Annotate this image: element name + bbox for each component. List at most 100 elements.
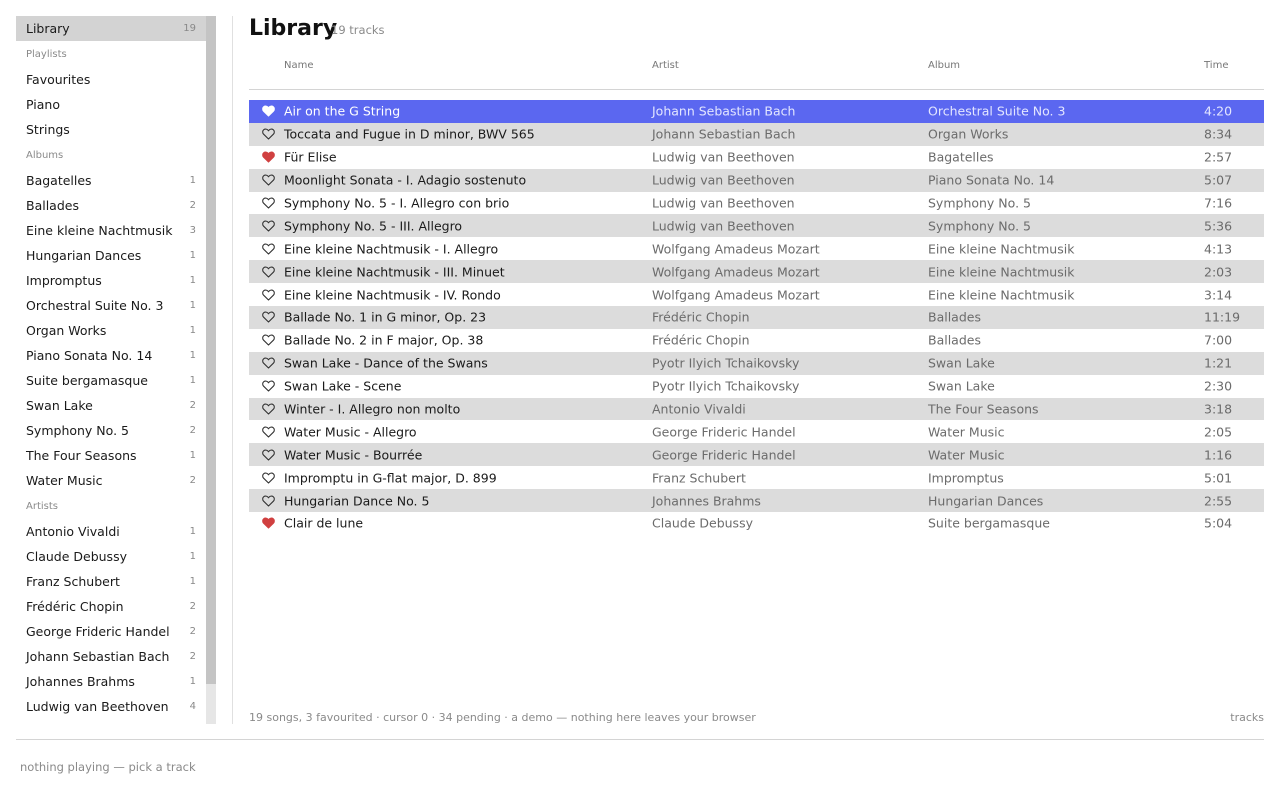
track-row[interactable]: Air on the G String Johann Sebastian Bach… [249,100,1264,123]
sidebar-item-album[interactable]: Piano Sonata No. 14 1 [16,343,206,368]
artists-heading: Artists [26,500,58,512]
sidebar-item-artist[interactable]: Franz Schubert 1 [16,569,206,594]
track-artist: Ludwig van Beethoven [652,218,795,234]
sidebar-item-library[interactable]: Library 19 [16,16,206,41]
now-playing-text: nothing playing — pick a track [20,760,196,774]
sidebar-item-playlist[interactable]: Strings [16,117,206,142]
sidebar-item-label: Impromptus [26,273,102,288]
track-duration: 5:36 [1204,218,1233,234]
sidebar-item-album[interactable]: The Four Seasons 1 [16,443,206,468]
heart-outline-icon[interactable] [262,243,275,255]
column-header-time[interactable]: Time [1204,60,1228,71]
sidebar-item-album[interactable]: Swan Lake 2 [16,393,206,418]
sidebar-item-album[interactable]: Water Music 2 [16,468,206,493]
sidebar-item-artist[interactable]: Ludwig van Beethoven 4 [16,694,206,719]
sidebar-item-artist[interactable]: Claude Debussy 1 [16,544,206,569]
track-row[interactable]: Swan Lake - Dance of the Swans Pyotr Ilyi… [249,351,1264,375]
sidebar-item-album[interactable]: Symphony No. 5 2 [16,418,206,443]
track-row[interactable]: Toccata and Fugue in D minor, BWV 565 Joh… [249,122,1264,146]
track-row[interactable]: Eine kleine Nachtmusik - III. Minuet Wolf… [249,260,1264,284]
heart-outline-icon[interactable] [262,197,275,209]
track-duration: 2:55 [1204,493,1233,509]
track-duration: 7:00 [1204,332,1233,348]
heart-outline-icon[interactable] [262,220,275,232]
track-row[interactable]: Impromptu in G-flat major, D. 899 Franz S… [249,466,1264,489]
heart-outline-icon[interactable] [262,380,275,392]
track-album: Eine kleine Nachtmusik [928,264,1075,280]
heart-outline-icon[interactable] [262,128,275,140]
heart-outline-icon[interactable] [262,266,275,278]
sidebar-item-label: Symphony No. 5 [26,423,129,438]
sidebar-item-count: 1 [189,450,196,461]
track-artist: Ludwig van Beethoven [652,195,795,211]
heart-outline-icon[interactable] [262,426,275,438]
sidebar-item-album[interactable]: Orchestral Suite No. 3 1 [16,293,206,318]
heart-outline-icon[interactable] [262,357,275,369]
track-artist: Frédéric Chopin [652,332,750,348]
sidebar-item-count: 1 [189,300,196,311]
sidebar-item-label: Hungarian Dances [26,248,142,263]
track-row[interactable]: Clair de lune Claude Debussy Suite bergama… [249,512,1264,535]
sidebar-item-artist[interactable]: Johannes Brahms 1 [16,669,206,694]
heart-outline-icon[interactable] [262,472,275,484]
column-header-artist[interactable]: Artist [652,60,679,71]
albums-list: Bagatelles 1 Ballades 2 Eine kleine Nachtmus… [16,168,206,493]
heart-outline-icon[interactable] [262,174,275,186]
sidebar-scrollbar[interactable] [206,16,216,724]
track-row[interactable]: Moonlight Sonata - I. Adagio sostenuto Lu… [249,168,1264,192]
sidebar-item-album[interactable]: Suite bergamasque 1 [16,368,206,393]
sidebar-item-album[interactable]: Ballades 2 [16,193,206,218]
column-header-album[interactable]: Album [928,60,960,71]
track-row[interactable]: Eine kleine Nachtmusik - I. Allegro Wolfg… [249,237,1264,260]
sidebar-item-album[interactable]: Bagatelles 1 [16,168,206,193]
heart-outline-icon[interactable] [262,449,275,461]
column-header-name[interactable]: Name [284,60,314,71]
heart-filled-icon[interactable] [262,517,275,530]
playlists-list: Favourites Piano Strings [16,67,206,142]
heart-outline-icon[interactable] [262,403,275,415]
track-row[interactable]: Water Music - Allegro George Frideric Han… [249,420,1264,443]
sidebar-item-playlist[interactable]: Piano [16,92,206,117]
sidebar-item-album[interactable]: Eine kleine Nachtmusik 3 [16,218,206,243]
sidebar-item-label: Antonio Vivaldi [26,524,120,539]
heart-outline-icon[interactable] [262,311,275,324]
sidebar-item-album[interactable]: Impromptus 1 [16,268,206,293]
track-row[interactable]: Hungarian Dance No. 5 Johannes Brahms Hung… [249,489,1264,513]
track-artist: Frédéric Chopin [652,309,750,325]
heart-outline-icon[interactable] [262,105,275,117]
track-row[interactable]: Water Music - Bourrée George Frideric Han… [249,443,1264,467]
track-row[interactable]: Eine kleine Nachtmusik - IV. Rondo Wolfga… [249,283,1264,306]
track-row[interactable]: Ballade No. 1 in G minor, Op. 23 Frédéric… [249,306,1264,329]
sidebar-scrollbar-thumb[interactable] [206,16,216,684]
track-name: Swan Lake - Dance of the Swans [284,355,488,371]
sidebar-item-artist[interactable]: Frédéric Chopin 2 [16,594,206,619]
sidebar-item-count: 2 [189,475,196,486]
heart-outline-icon[interactable] [262,495,275,507]
track-row[interactable]: Winter - I. Allegro non molto Antonio Viv… [249,397,1264,421]
status-view-label: tracks [1230,711,1264,724]
sidebar-item-album[interactable]: Organ Works 1 [16,318,206,343]
sidebar-item-count: 2 [189,400,196,411]
sidebar-item-label: Franz Schubert [26,574,120,589]
track-row[interactable]: Für Elise Ludwig van Beethoven Bagatelles 2… [249,146,1264,169]
heart-outline-icon[interactable] [262,334,275,346]
sidebar-item-artist[interactable]: Johann Sebastian Bach 2 [16,644,206,669]
track-row[interactable]: Ballade No. 2 in F major, Op. 38 Frédéric… [249,329,1264,352]
track-name: Toccata and Fugue in D minor, BWV 565 [284,126,535,142]
track-name: Hungarian Dance No. 5 [284,493,430,509]
sidebar-item-album[interactable]: Hungarian Dances 1 [16,243,206,268]
sidebar-item-label: Swan Lake [26,398,93,413]
sidebar-item-artist[interactable]: Antonio Vivaldi 1 [16,519,206,544]
sidebar-item-count: 1 [189,375,196,386]
sidebar-item-artist[interactable]: George Frideric Handel 2 [16,619,206,644]
sidebar-item-playlist[interactable]: Favourites [16,67,206,92]
track-row[interactable]: Swan Lake - Scene Pyotr Ilyich Tchaikovsk… [249,375,1264,398]
track-row[interactable]: Symphony No. 5 - I. Allegro con brio Ludw… [249,192,1264,215]
sidebar-item-count: 1 [189,350,196,361]
heart-outline-icon[interactable] [262,289,275,301]
sidebar-item-count: 1 [189,325,196,336]
sidebar-item-count: 2 [189,651,196,662]
heart-filled-icon[interactable] [262,151,275,163]
track-name: Eine kleine Nachtmusik - III. Minuet [284,264,505,280]
track-row[interactable]: Symphony No. 5 - III. Allegro Ludwig van … [249,214,1264,238]
